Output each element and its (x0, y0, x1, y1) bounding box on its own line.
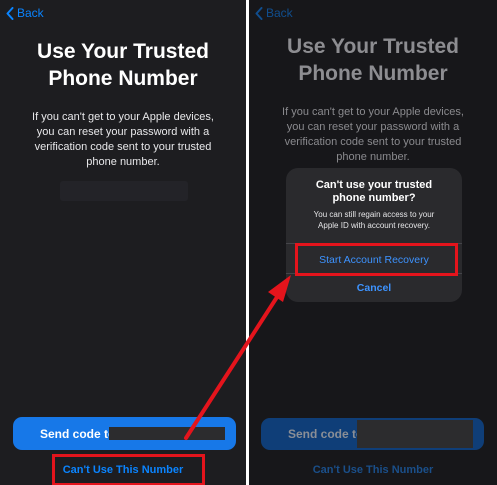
highlight-box (295, 243, 458, 276)
page-description: If you can't get to your Apple devices, … (0, 110, 246, 170)
dialog-title-line: phone number? (332, 192, 416, 204)
page-title-line: Use Your Trusted (37, 40, 209, 63)
description-line: verification code sent to your trusted (284, 136, 462, 148)
description-line: you can reset your password with a (36, 126, 210, 138)
redacted-phone-number (109, 427, 225, 440)
phone-number-redacted (60, 181, 188, 201)
back-label: Back (266, 6, 293, 20)
left-screen: Back Use Your Trusted Phone Number If yo… (0, 0, 246, 485)
back-button[interactable]: Back (255, 6, 293, 20)
highlight-box (52, 454, 205, 485)
send-code-button[interactable]: Send code to (13, 417, 236, 450)
description-line: you can reset your password with a (286, 121, 460, 133)
description-line: If you can't get to your Apple devices, (282, 106, 464, 118)
right-screen: Back Use Your Trusted Phone Number If yo… (249, 0, 497, 485)
send-code-label: Send code to (288, 427, 364, 441)
back-label: Back (17, 6, 44, 20)
dialog-message-line: Apple ID with account recovery. (318, 221, 430, 230)
chevron-left-icon (255, 6, 263, 20)
back-button[interactable]: Back (6, 6, 44, 20)
page-title: Use Your Trusted Phone Number (249, 33, 497, 87)
cant-use-number-link[interactable]: Can't Use This Number (249, 464, 497, 476)
cancel-button[interactable]: Cancel (286, 282, 462, 294)
chevron-left-icon (6, 6, 14, 20)
redacted-phone-number (357, 420, 473, 448)
dialog-title: Can't use your trusted phone number? (286, 179, 462, 205)
dialog-title-line: Can't use your trusted (315, 179, 433, 191)
alert-dialog: Can't use your trusted phone number? You… (286, 168, 462, 302)
description-line: phone number. (86, 156, 160, 168)
description-line: verification code sent to your trusted (34, 141, 212, 153)
description-line: If you can't get to your Apple devices, (32, 111, 214, 123)
page-title-line: Phone Number (48, 67, 198, 90)
page-description: If you can't get to your Apple devices, … (249, 105, 497, 165)
description-line: phone number. (336, 151, 410, 163)
dialog-message: You can still regain access to your Appl… (286, 209, 462, 231)
page-title-line: Phone Number (298, 62, 448, 85)
send-code-label: Send code to (40, 426, 116, 441)
page-title-line: Use Your Trusted (287, 35, 459, 58)
send-code-button[interactable]: Send code to (261, 418, 484, 450)
dialog-message-line: You can still regain access to your (313, 210, 435, 219)
page-title: Use Your Trusted Phone Number (0, 38, 246, 92)
